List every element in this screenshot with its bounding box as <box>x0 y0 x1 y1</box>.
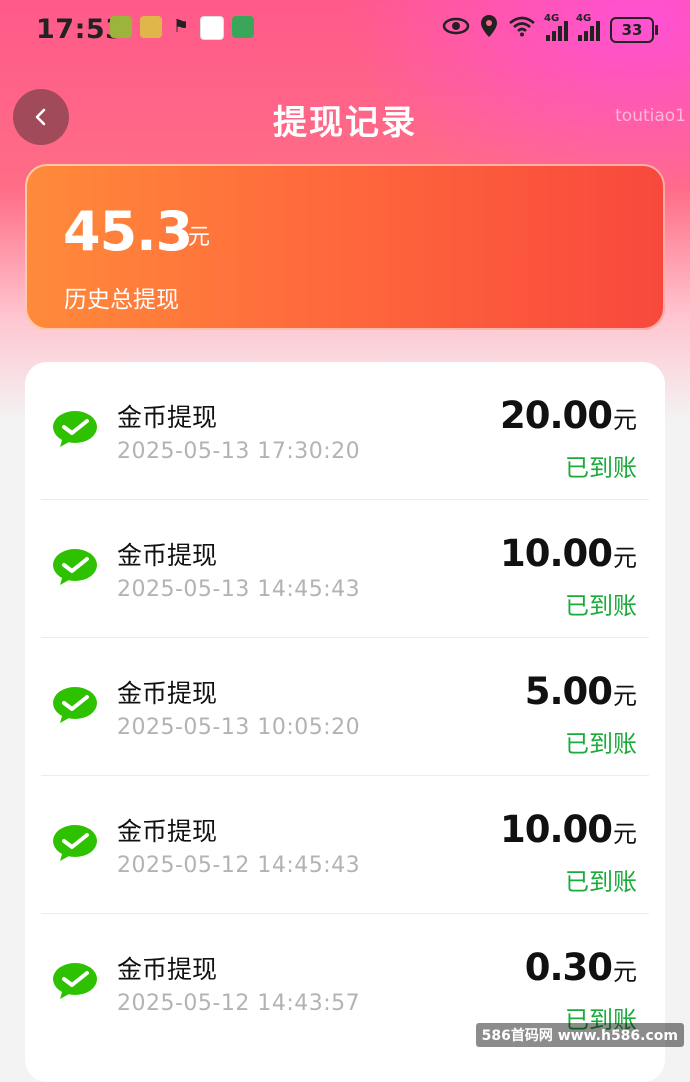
status-bar: 17:53 ⚑ 4G 4G 33 <box>0 0 690 60</box>
signal-icon: 4G <box>544 13 568 41</box>
record-status: 已到账 <box>565 868 637 896</box>
record-title: 金币提现 <box>117 817 218 846</box>
list-item[interactable]: 金币提现 2025-05-12 14:45:43 10.00 元 已到账 <box>25 776 665 914</box>
record-amount-unit: 元 <box>613 682 637 710</box>
total-withdrawal-card: 45.3 元 历史总提现 <box>25 164 665 330</box>
app-icon-book <box>200 16 224 40</box>
record-title: 金币提现 <box>117 541 218 570</box>
signal-icon-2: 4G <box>576 13 600 41</box>
record-title: 金币提现 <box>117 403 218 432</box>
app-icon-game <box>110 16 132 38</box>
record-title: 金币提现 <box>117 679 218 708</box>
record-amount-value: 10.00 <box>499 532 613 575</box>
wechat-pay-icon <box>53 963 97 999</box>
page-title: 提现记录 <box>273 103 417 143</box>
withdrawal-record-list: 金币提现 2025-05-13 17:30:20 20.00 元 已到账 金币提现… <box>25 362 665 1082</box>
record-status: 已到账 <box>565 454 637 482</box>
record-amount-unit: 元 <box>613 958 637 986</box>
wechat-pay-icon <box>53 549 97 585</box>
record-amount: 5.00 元 <box>525 670 637 713</box>
eye-icon <box>442 16 470 43</box>
record-amount-value: 5.00 <box>524 670 613 713</box>
record-amount: 10.00 元 <box>500 532 637 575</box>
record-time: 2025-05-12 14:43:57 <box>117 991 361 1016</box>
battery-indicator: 33 <box>610 16 658 43</box>
total-label: 历史总提现 <box>64 287 179 313</box>
status-indicators: 4G 4G 33 <box>442 13 658 45</box>
record-amount-value: 20.00 <box>499 394 613 437</box>
site-watermark: 586首码网 www.h586.com <box>475 1023 684 1047</box>
record-amount-unit: 元 <box>613 544 637 572</box>
record-time: 2025-05-13 14:45:43 <box>117 577 361 602</box>
record-amount: 20.00 元 <box>500 394 637 437</box>
location-icon <box>480 14 498 45</box>
record-amount-unit: 元 <box>613 820 637 848</box>
wechat-pay-icon <box>53 687 97 723</box>
record-amount-value: 0.30 <box>524 946 613 989</box>
total-amount-unit: 元 <box>188 225 211 250</box>
app-icon-reader <box>232 16 254 38</box>
record-title: 金币提现 <box>117 955 218 984</box>
record-status: 已到账 <box>565 592 637 620</box>
record-amount-unit: 元 <box>613 406 637 434</box>
app-icon-game-2 <box>140 16 162 38</box>
notification-icons: ⚑ <box>110 16 254 40</box>
app-icon-figure: ⚑ <box>172 16 190 37</box>
list-item[interactable]: 金币提现 2025-05-13 10:05:20 5.00 元 已到账 <box>25 638 665 776</box>
list-item[interactable]: 金币提现 2025-05-13 14:45:43 10.00 元 已到账 <box>25 500 665 638</box>
wechat-pay-icon <box>53 825 97 861</box>
wifi-icon <box>508 15 536 44</box>
record-time: 2025-05-13 17:30:20 <box>117 439 361 464</box>
record-amount: 10.00 元 <box>500 808 637 851</box>
wechat-pay-icon <box>53 411 97 447</box>
record-status: 已到账 <box>565 730 637 758</box>
record-amount-value: 10.00 <box>499 808 613 851</box>
list-item[interactable]: 金币提现 2025-05-13 17:30:20 20.00 元 已到账 <box>25 362 665 500</box>
record-time: 2025-05-13 10:05:20 <box>117 715 361 740</box>
total-amount: 45.3 <box>63 200 193 263</box>
corner-watermark-text: toutiao1 <box>615 106 686 126</box>
record-time: 2025-05-12 14:45:43 <box>117 853 361 878</box>
record-amount: 0.30 元 <box>525 946 637 989</box>
